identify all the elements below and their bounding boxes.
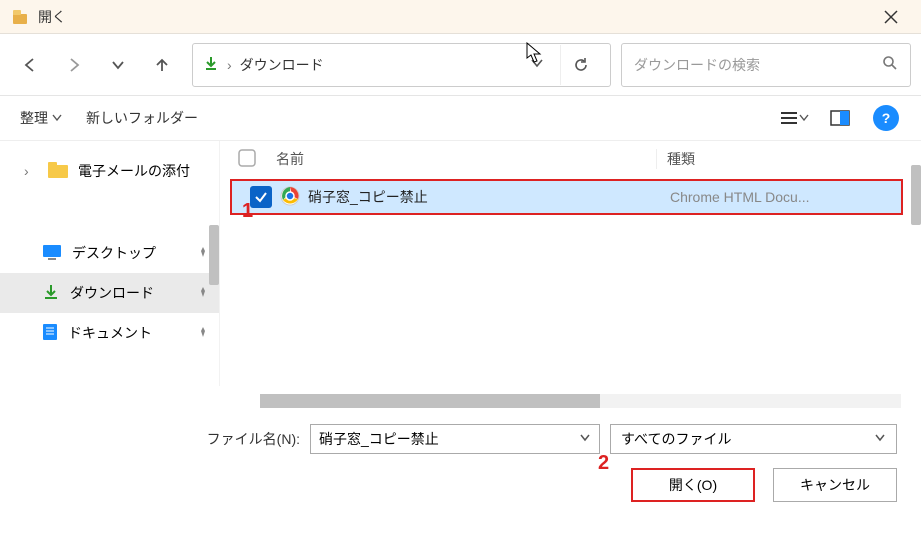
window-title: 開く [38, 7, 871, 27]
titlebar: 開く [0, 0, 921, 34]
folder-tree: › 電子メールの添付 デスクトップ ダウンロード [0, 141, 220, 386]
close-icon[interactable] [871, 0, 911, 34]
file-checkbox[interactable] [250, 186, 272, 208]
tree-item-documents[interactable]: ドキュメント [0, 313, 219, 353]
search-box[interactable]: ダウンロードの検索 [621, 43, 911, 87]
footer: ファイル名(N): 硝子窓_コピー禁止 すべてのファイル 開く(O) キャンセル [0, 408, 921, 514]
pin-icon [197, 325, 209, 341]
new-folder-label: 新しいフォルダー [86, 108, 198, 128]
filename-input[interactable]: 硝子窓_コピー禁止 [310, 424, 600, 454]
path-separator-icon: › [227, 57, 232, 73]
chevron-down-icon [52, 113, 62, 123]
preview-pane-button[interactable] [825, 103, 855, 133]
tree-scrollbar[interactable] [209, 225, 219, 285]
chevron-right-icon: › [24, 163, 38, 179]
filetype-combo[interactable]: すべてのファイル [610, 424, 897, 454]
filename-value: 硝子窓_コピー禁止 [319, 429, 439, 449]
chrome-icon [280, 186, 300, 209]
organize-menu[interactable]: 整理 [20, 108, 62, 128]
up-button[interactable] [142, 45, 182, 85]
chevron-down-icon [874, 431, 886, 447]
search-placeholder: ダウンロードの検索 [634, 55, 874, 75]
app-icon [10, 7, 30, 27]
tree-item-label: 電子メールの添付 [78, 161, 190, 181]
main-area: › 電子メールの添付 デスクトップ ダウンロード [0, 140, 921, 386]
cancel-label: キャンセル [800, 475, 870, 495]
chevron-down-icon[interactable] [579, 431, 591, 447]
chevron-down-icon [799, 113, 809, 123]
open-button[interactable]: 開く(O) [631, 468, 755, 502]
new-folder-button[interactable]: 新しいフォルダー [86, 108, 198, 128]
help-button[interactable]: ? [871, 103, 901, 133]
column-headers: 名前 種類 [220, 141, 921, 177]
file-name: 硝子窓_コピー禁止 [308, 187, 670, 207]
tree-item-downloads[interactable]: ダウンロード [0, 273, 219, 313]
pin-icon [197, 245, 209, 261]
annotation-2: 2 [598, 452, 609, 475]
view-menu[interactable] [779, 103, 809, 133]
tree-item-label: ダウンロード [70, 283, 154, 303]
filename-label: ファイル名(N): [0, 429, 300, 449]
download-icon [42, 283, 60, 304]
annotation-1: 1 [242, 200, 253, 223]
recent-dropdown[interactable] [98, 45, 138, 85]
open-label: 開く(O) [669, 475, 717, 495]
file-list: 名前 種類 硝子窓_コピー禁止 Chrome HTML Docu... [220, 141, 921, 386]
search-icon [882, 55, 898, 74]
folder-icon [48, 162, 68, 181]
scrollbar-thumb[interactable] [260, 394, 600, 408]
path-box[interactable]: › ダウンロード [192, 43, 611, 87]
download-icon [203, 55, 219, 74]
back-button[interactable] [10, 45, 50, 85]
column-name[interactable]: 名前 [268, 149, 656, 169]
help-icon: ? [873, 105, 899, 131]
desktop-icon [42, 244, 62, 263]
toolbar: 整理 新しいフォルダー ? [0, 96, 921, 140]
filetype-value: すべてのファイル [621, 429, 731, 449]
path-text: ダウンロード [240, 55, 324, 75]
column-type[interactable]: 種類 [656, 149, 921, 169]
path-dropdown-icon[interactable] [522, 56, 552, 73]
document-icon [42, 323, 58, 344]
horizontal-scrollbar[interactable] [260, 394, 901, 408]
cancel-button[interactable]: キャンセル [773, 468, 897, 502]
tree-item-label: ドキュメント [68, 323, 152, 343]
organize-label: 整理 [20, 108, 48, 128]
forward-button[interactable] [54, 45, 94, 85]
refresh-button[interactable] [560, 45, 600, 85]
tree-item-email[interactable]: › 電子メールの添付 [0, 151, 219, 191]
file-row-selected[interactable]: 硝子窓_コピー禁止 Chrome HTML Docu... [230, 179, 903, 215]
select-all-checkbox[interactable] [238, 149, 268, 170]
pin-icon [197, 285, 209, 301]
filelist-scrollbar[interactable] [911, 165, 921, 225]
tree-item-label: デスクトップ [72, 243, 156, 263]
navbar: › ダウンロード ダウンロードの検索 [0, 34, 921, 96]
file-type: Chrome HTML Docu... [670, 189, 901, 205]
tree-item-desktop[interactable]: デスクトップ [0, 233, 219, 273]
